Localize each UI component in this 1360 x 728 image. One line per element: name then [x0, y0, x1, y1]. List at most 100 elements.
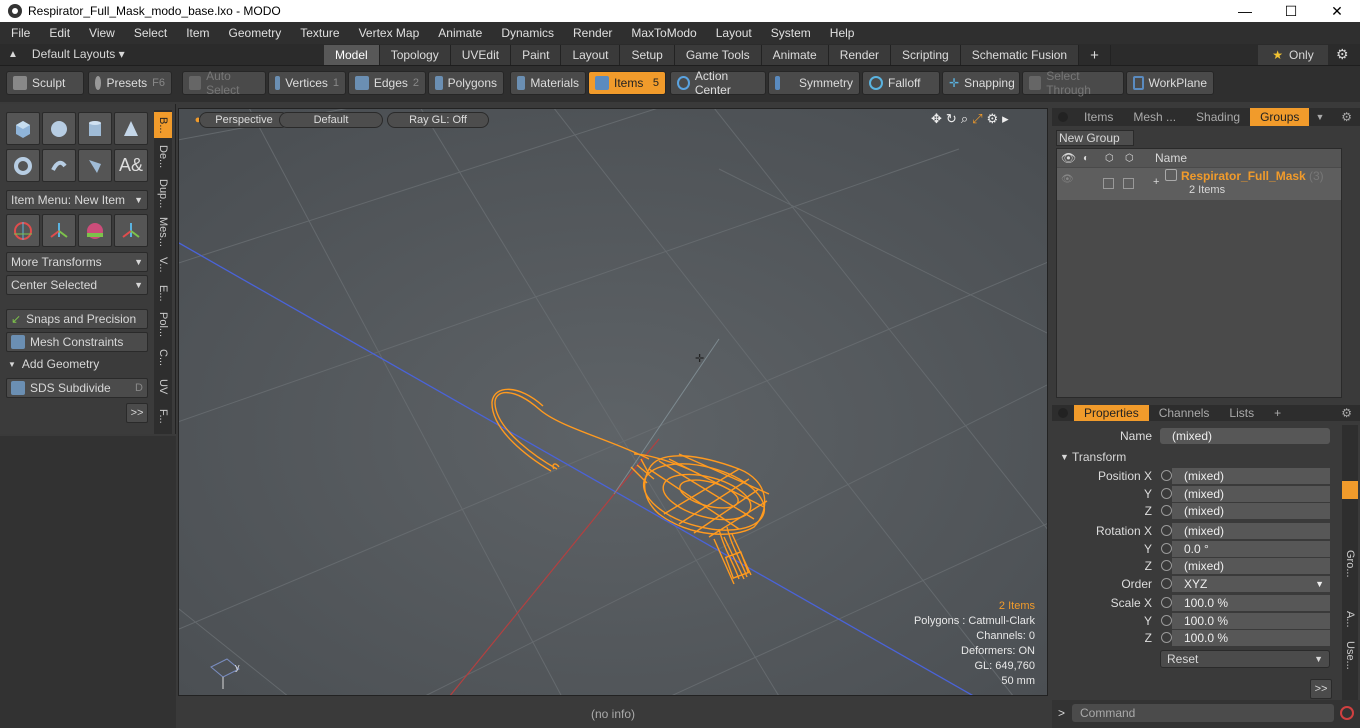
position-z-key[interactable] — [1161, 505, 1172, 516]
vtab-duplicate[interactable]: Dup... — [154, 176, 172, 212]
select-through-button[interactable]: Select Through — [1022, 69, 1124, 97]
sds-subdivide-button[interactable]: SDS Subdivide D — [6, 378, 148, 398]
order-dropdown[interactable]: XYZ ▼ — [1172, 575, 1330, 592]
snapping-button[interactable]: ✛ Snapping — [942, 71, 1020, 95]
rotation-z-key[interactable] — [1161, 560, 1172, 571]
scale-y-field[interactable]: 100.0 % — [1172, 612, 1330, 629]
menu-file[interactable]: File — [0, 26, 38, 40]
presets-button[interactable]: Presets F6 — [88, 71, 172, 95]
add-tab-button[interactable]: + — [1079, 45, 1111, 65]
tab-setup[interactable]: Setup — [620, 45, 675, 65]
scale-z-field[interactable]: 100.0 % — [1172, 629, 1330, 646]
default-shading-button[interactable]: Default — [279, 112, 383, 128]
perspective-button[interactable]: Perspective — [199, 112, 289, 128]
text-primitive-icon[interactable]: A& — [114, 149, 148, 182]
tab-uvedit[interactable]: UVEdit — [450, 45, 512, 65]
menu-view[interactable]: View — [78, 26, 123, 40]
edges-button[interactable]: Edges 2 — [348, 71, 426, 95]
pan-icon[interactable]: ✥ — [931, 111, 942, 127]
move-transform-icon[interactable] — [6, 214, 40, 247]
command-input[interactable]: Command — [1072, 704, 1334, 722]
rotation-y-key[interactable] — [1161, 543, 1172, 554]
menu-render[interactable]: Render — [562, 26, 620, 40]
add-prop-tab[interactable]: + — [1264, 405, 1291, 421]
more-tools-button[interactable]: >> — [126, 403, 148, 423]
tab-items[interactable]: Items — [1074, 108, 1123, 126]
tab-layout[interactable]: Layout — [561, 45, 621, 65]
scale-x-key[interactable] — [1161, 597, 1172, 608]
new-group-button[interactable]: New Group — [1056, 130, 1134, 146]
items-button[interactable]: Items 5 — [588, 71, 666, 95]
position-x-key[interactable] — [1161, 470, 1172, 481]
default-layouts-dropdown[interactable]: Default Layouts ▾ — [32, 47, 125, 61]
menu-vertex-map[interactable]: Vertex Map — [348, 26, 428, 40]
cone-primitive-icon[interactable] — [114, 112, 148, 145]
collapse-arrow-icon[interactable]: ▼ — [1060, 452, 1069, 462]
symmetry-button[interactable]: Symmetry — [768, 71, 860, 95]
fit-view-icon[interactable]: ⤢ — [972, 111, 982, 127]
tab-game-tools[interactable]: Game Tools — [674, 45, 762, 65]
gear-icon[interactable]: ⚙ — [1336, 46, 1349, 63]
zoom-icon[interactable]: ⌕ — [961, 111, 968, 127]
position-y-field[interactable]: (mixed) — [1172, 485, 1330, 502]
scale-y-key[interactable] — [1161, 615, 1172, 626]
position-y-key[interactable] — [1161, 488, 1172, 499]
sphere-primitive-icon[interactable] — [42, 112, 76, 145]
add-geometry-section[interactable]: ▼ Add Geometry — [8, 357, 99, 371]
rotate-transform-icon[interactable] — [42, 214, 76, 247]
tab-paint[interactable]: Paint — [511, 45, 562, 65]
layout-toggle-icon[interactable]: ▲ — [8, 49, 18, 60]
rotation-x-field[interactable]: (mixed) — [1172, 522, 1330, 539]
vtab-fusion[interactable]: F... — [154, 402, 172, 430]
vtab-mesh[interactable]: Mes... — [154, 214, 172, 250]
props-gear-icon[interactable]: ⚙ — [1341, 406, 1352, 420]
center-selected-dropdown[interactable]: Center Selected ▼ — [6, 275, 148, 295]
vtab-vertex[interactable]: V... — [154, 252, 172, 278]
chevron-down-icon[interactable]: ▼ — [1315, 112, 1324, 122]
menu-item[interactable]: Item — [175, 26, 217, 40]
menu-geometry[interactable]: Geometry — [218, 26, 290, 40]
vtab-deform[interactable]: De... — [154, 140, 172, 174]
vtab-edge[interactable]: E... — [154, 280, 172, 306]
viewport-gear-icon[interactable]: ⚙ — [987, 111, 999, 127]
rotation-z-field[interactable]: (mixed) — [1172, 557, 1330, 574]
menu-dynamics[interactable]: Dynamics — [490, 26, 562, 40]
only-toggle[interactable]: ★ Only — [1258, 45, 1328, 65]
vtab-polygon[interactable]: Pol... — [154, 308, 172, 342]
position-x-field[interactable]: (mixed) — [1172, 467, 1330, 484]
side-tab-groups[interactable]: Gro... — [1342, 543, 1358, 585]
name-field[interactable]: (mixed) — [1160, 427, 1330, 444]
side-tab-active[interactable] — [1342, 481, 1358, 499]
tab-schematic-fusion[interactable]: Schematic Fusion — [960, 45, 1080, 65]
vertices-button[interactable]: Vertices 1 — [268, 71, 346, 95]
falloff-button[interactable]: Falloff — [862, 71, 940, 95]
tab-animate[interactable]: Animate — [761, 45, 829, 65]
tab-properties[interactable]: Properties — [1074, 405, 1149, 421]
3d-viewport[interactable]: y ✛ ● Perspective Default Ray GL: Off ✥ … — [178, 108, 1048, 696]
menu-layout[interactable]: Layout — [705, 26, 760, 40]
tab-scripting[interactable]: Scripting — [891, 45, 961, 65]
more-props-button[interactable]: >> — [1310, 679, 1332, 699]
auto-select-button[interactable]: Auto Select — [182, 69, 266, 97]
scale-x-field[interactable]: 100.0 % — [1172, 594, 1330, 611]
tube-primitive-icon[interactable] — [42, 149, 76, 182]
more-transforms-dropdown[interactable]: More Transforms ▼ — [6, 252, 148, 272]
rotation-y-field[interactable]: 0.0 ° — [1172, 540, 1330, 557]
viewport-expand-icon[interactable]: ▸ — [1002, 111, 1009, 127]
visibility-toggle[interactable]: 👁 — [1061, 174, 1074, 185]
snaps-precision-button[interactable]: ↙ Snaps and Precision — [6, 309, 148, 329]
action-center-button[interactable]: Action Center — [670, 69, 766, 97]
tab-mesh[interactable]: Mesh ... — [1123, 108, 1186, 126]
materials-button[interactable]: Materials — [510, 71, 586, 95]
pen-primitive-icon[interactable] — [78, 149, 112, 182]
menu-system[interactable]: System — [760, 26, 819, 40]
torus-primitive-icon[interactable] — [6, 149, 40, 182]
tab-model[interactable]: Model — [324, 45, 380, 65]
raygl-button[interactable]: Ray GL: Off — [387, 112, 489, 128]
close-button[interactable]: ✕ — [1314, 0, 1360, 22]
vtab-curve[interactable]: C... — [154, 344, 172, 372]
record-icon[interactable] — [1340, 706, 1354, 720]
scale-z-key[interactable] — [1161, 632, 1172, 643]
expand-icon[interactable]: + — [1153, 176, 1159, 188]
menu-texture[interactable]: Texture — [289, 26, 347, 40]
